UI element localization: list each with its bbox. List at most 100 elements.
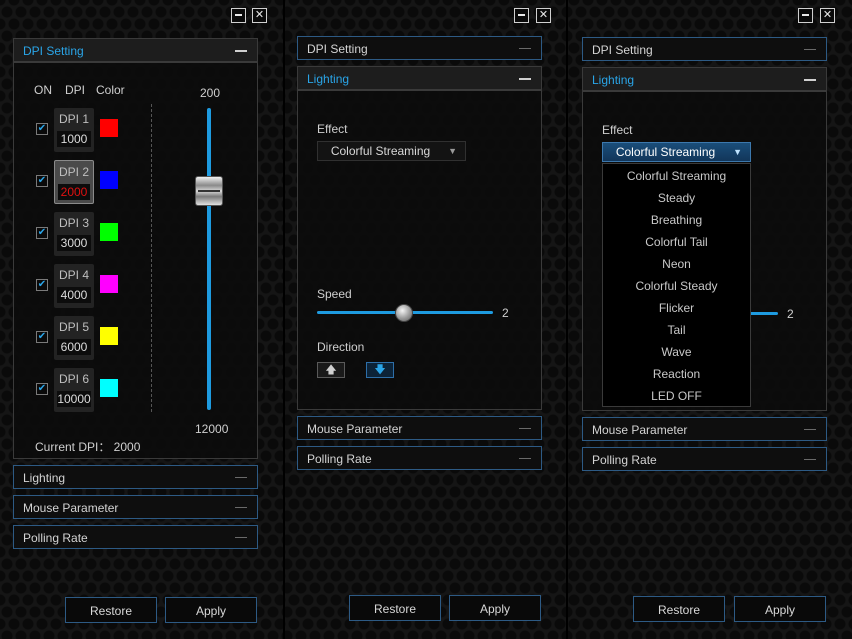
mouse-parameter-title: Mouse Parameter bbox=[592, 423, 688, 437]
dpi-4-checkbox[interactable]: ✔ bbox=[36, 279, 48, 291]
dpi-slider-max-label: 12000 bbox=[195, 422, 229, 436]
close-icon: ✕ bbox=[822, 9, 833, 21]
effect-option[interactable]: Reaction bbox=[603, 363, 750, 385]
chevron-down-icon: ▼ bbox=[448, 146, 457, 156]
lighting-header[interactable]: Lighting bbox=[582, 67, 827, 91]
dpi-6-name: DPI 6 bbox=[58, 372, 89, 386]
dpi-2-level[interactable]: DPI 2 2000 bbox=[54, 160, 94, 204]
effect-option[interactable]: Tail bbox=[603, 319, 750, 341]
dpi-3-name: DPI 3 bbox=[58, 216, 89, 230]
speed-value: 2 bbox=[502, 306, 509, 320]
dpi-1-color[interactable] bbox=[100, 119, 118, 137]
dpi-slider-min-label: 200 bbox=[200, 86, 221, 100]
polling-rate-title: Polling Rate bbox=[307, 452, 372, 466]
polling-rate-header[interactable]: Polling Rate bbox=[582, 447, 827, 471]
close-button[interactable]: ✕ bbox=[820, 8, 835, 23]
direction-down-button[interactable]: 🡇 bbox=[366, 362, 394, 378]
minimize-button[interactable] bbox=[798, 8, 813, 23]
dpi-setting-title: DPI Setting bbox=[23, 44, 84, 58]
dpi-setting-header[interactable]: DPI Setting bbox=[582, 37, 827, 61]
close-button[interactable]: ✕ bbox=[536, 8, 551, 23]
header-on: ON bbox=[34, 83, 52, 97]
dpi-2-value[interactable]: 2000 bbox=[58, 184, 90, 200]
dpi-4-level[interactable]: DPI 4 4000 bbox=[54, 264, 94, 308]
collapse-icon bbox=[804, 79, 816, 81]
close-button[interactable]: ✕ bbox=[252, 8, 267, 23]
header-dpi: DPI bbox=[65, 83, 86, 97]
dpi-6-checkbox[interactable]: ✔ bbox=[36, 383, 48, 395]
expand-icon bbox=[804, 429, 816, 430]
polling-rate-header[interactable]: Polling Rate bbox=[13, 525, 258, 549]
dpi-3-color[interactable] bbox=[100, 223, 118, 241]
dpi-setting-header[interactable]: DPI Setting bbox=[297, 36, 542, 60]
effect-dropdown-list: Colorful Streaming Steady Breathing Colo… bbox=[602, 163, 751, 407]
dpi-4-value[interactable]: 4000 bbox=[57, 287, 91, 303]
restore-button[interactable]: Restore bbox=[349, 595, 441, 621]
minimize-button[interactable] bbox=[231, 8, 246, 23]
effect-label: Effect bbox=[602, 123, 633, 137]
mouse-parameter-header[interactable]: Mouse Parameter bbox=[13, 495, 258, 519]
restore-button[interactable]: Restore bbox=[633, 596, 725, 622]
effect-option[interactable]: LED OFF bbox=[603, 385, 750, 407]
speed-label: Speed bbox=[317, 287, 352, 301]
dpi-3-checkbox[interactable]: ✔ bbox=[36, 227, 48, 239]
dpi-2-color[interactable] bbox=[100, 171, 118, 189]
effect-option[interactable]: Neon bbox=[603, 253, 750, 275]
effect-option[interactable]: Flicker bbox=[603, 297, 750, 319]
effect-option[interactable]: Breathing bbox=[603, 209, 750, 231]
collapse-icon bbox=[235, 50, 247, 52]
header-color: Color bbox=[96, 83, 125, 97]
apply-button[interactable]: Apply bbox=[165, 597, 257, 623]
minimize-icon bbox=[235, 14, 242, 16]
dpi-4-name: DPI 4 bbox=[58, 268, 89, 282]
minimize-button[interactable] bbox=[514, 8, 529, 23]
dpi-5-level[interactable]: DPI 5 6000 bbox=[54, 316, 94, 360]
effect-select[interactable]: Colorful Streaming ▼ bbox=[317, 141, 466, 161]
dpi-1-name: DPI 1 bbox=[58, 112, 89, 126]
lighting-header[interactable]: Lighting bbox=[297, 66, 542, 90]
mouse-parameter-title: Mouse Parameter bbox=[307, 422, 403, 436]
polling-rate-header[interactable]: Polling Rate bbox=[297, 446, 542, 470]
dpi-3-value[interactable]: 3000 bbox=[57, 235, 91, 251]
dpi-slider-thumb[interactable] bbox=[195, 176, 223, 206]
dpi-3-level[interactable]: DPI 3 3000 bbox=[54, 212, 94, 256]
mouse-parameter-header[interactable]: Mouse Parameter bbox=[582, 417, 827, 441]
mouse-parameter-header[interactable]: Mouse Parameter bbox=[297, 416, 542, 440]
polling-rate-title: Polling Rate bbox=[592, 453, 657, 467]
effect-label: Effect bbox=[317, 122, 348, 136]
effect-option[interactable]: Steady bbox=[603, 187, 750, 209]
dpi-1-value[interactable]: 1000 bbox=[57, 131, 91, 147]
effect-option[interactable]: Colorful Tail bbox=[603, 231, 750, 253]
speed-slider-thumb[interactable] bbox=[395, 304, 413, 322]
lighting-dropdown-panel: ✕ DPI Setting Lighting Effect 2 Colorful… bbox=[568, 0, 852, 639]
dpi-setting-body bbox=[13, 62, 258, 459]
apply-button[interactable]: Apply bbox=[449, 595, 541, 621]
effect-option[interactable]: Wave bbox=[603, 341, 750, 363]
dpi-5-color[interactable] bbox=[100, 327, 118, 345]
dpi-5-value[interactable]: 6000 bbox=[57, 339, 91, 355]
effect-select[interactable]: Colorful Streaming ▼ bbox=[602, 142, 751, 162]
restore-button[interactable]: Restore bbox=[65, 597, 157, 623]
dpi-2-name: DPI 2 bbox=[58, 165, 89, 179]
expand-icon bbox=[235, 537, 247, 538]
dpi-6-level[interactable]: DPI 6 10000 bbox=[54, 368, 94, 412]
dpi-6-color[interactable] bbox=[100, 379, 118, 397]
dpi-1-checkbox[interactable]: ✔ bbox=[36, 123, 48, 135]
lighting-header[interactable]: Lighting bbox=[13, 465, 258, 489]
dpi-slider-track[interactable] bbox=[207, 108, 211, 410]
dpi-5-checkbox[interactable]: ✔ bbox=[36, 331, 48, 343]
dpi-setting-header[interactable]: DPI Setting bbox=[13, 38, 258, 62]
apply-button[interactable]: Apply bbox=[734, 596, 826, 622]
dpi-2-checkbox[interactable]: ✔ bbox=[36, 175, 48, 187]
current-dpi-readout: Current DPI： 2000 bbox=[35, 440, 141, 454]
dpi-1-level[interactable]: DPI 1 1000 bbox=[54, 108, 94, 152]
expand-icon bbox=[519, 48, 531, 49]
effect-option[interactable]: Colorful Steady bbox=[603, 275, 750, 297]
dpi-setting-title: DPI Setting bbox=[592, 43, 653, 57]
dpi-6-value[interactable]: 10000 bbox=[57, 391, 91, 407]
direction-up-button[interactable]: 🡅 bbox=[317, 362, 345, 378]
arrow-down-icon: 🡇 bbox=[374, 364, 386, 376]
dpi-4-color[interactable] bbox=[100, 275, 118, 293]
effect-option[interactable]: Colorful Streaming bbox=[603, 165, 750, 187]
lighting-title: Lighting bbox=[592, 73, 635, 87]
